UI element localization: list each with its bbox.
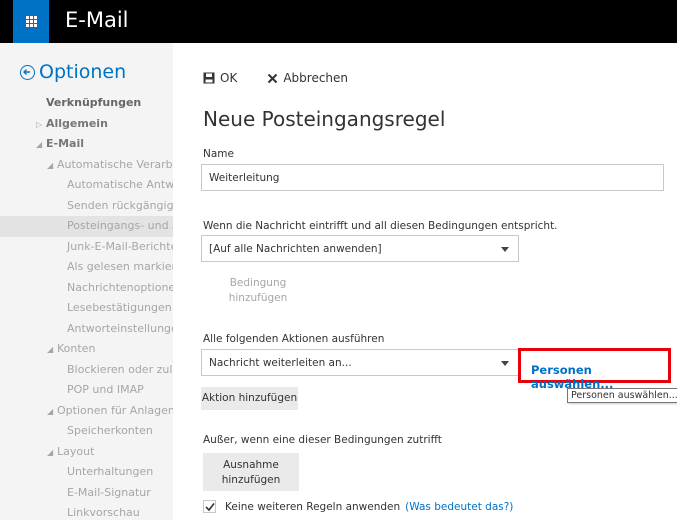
select-people-link[interactable]: Personen auswählen...	[531, 363, 677, 391]
sidebar-item[interactable]: E-Mail-Signatur	[0, 483, 173, 504]
collapse-arrow-icon[interactable]: ◢	[47, 156, 57, 176]
exception-label: Außer, wenn eine dieser Bedingungen zutr…	[203, 434, 442, 446]
sidebar-item[interactable]: Posteingangs- und Aufräumregeln	[0, 216, 173, 237]
add-condition-line1: Bedingung	[229, 277, 287, 289]
sidebar-item-label: Optionen für Anlagen	[57, 403, 173, 417]
sidebar-item-label: E-Mail-Signatur	[67, 485, 151, 499]
sidebar-item[interactable]: Als gelesen markieren	[0, 257, 173, 278]
sidebar-item-label: Linkvorschau	[67, 506, 140, 519]
sidebar-item-label: Lesebestätigungen	[67, 301, 172, 314]
cancel-label: Abbrechen	[283, 71, 349, 85]
sidebar-item[interactable]: ◢ E-Mail	[0, 134, 173, 155]
stop-rules-label: Keine weiteren Regeln anwenden	[225, 500, 401, 513]
action-select[interactable]: Nachricht weiterleiten an...	[201, 349, 519, 376]
sidebar-item-label: Posteingangs- und Aufräumregeln	[67, 219, 173, 232]
sidebar-item-label: Allgemein	[46, 116, 108, 130]
sidebar-item-label: POP und IMAP	[67, 383, 144, 396]
cancel-button[interactable]: Abbrechen	[267, 71, 348, 85]
options-back-link[interactable]: Optionen	[20, 61, 126, 83]
sidebar-item-label: Als gelesen markieren	[67, 260, 173, 273]
rule-editor: OK Abbrechen Neue Posteingangsregel Name…	[173, 43, 677, 520]
collapse-arrow-icon[interactable]: ◢	[47, 340, 57, 360]
options-sidebar: Optionen Verknüpfungen ▷ Allgemein ◢ E-Mail ◢…	[0, 43, 173, 520]
sidebar-item[interactable]: Automatische Antworten	[0, 175, 173, 196]
options-heading: Optionen	[39, 61, 127, 83]
sidebar-item[interactable]: Linkvorschau	[0, 503, 173, 520]
sidebar-item-label: Automatische Verarbeitung	[57, 157, 173, 171]
add-action-button[interactable]: Aktion hinzufügen	[201, 387, 298, 410]
sidebar-item[interactable]: ▷ Allgemein	[0, 114, 173, 135]
waffle-icon	[26, 16, 37, 27]
checkmark-icon	[204, 502, 215, 511]
sidebar-item[interactable]: Junk-E-Mail-Berichterstattung	[0, 237, 173, 258]
sidebar-item[interactable]: Unterhaltungen	[0, 462, 173, 483]
stop-rules-row: Keine weiteren Regeln anwenden (Was bede…	[203, 500, 513, 513]
ok-button[interactable]: OK	[203, 71, 237, 85]
options-nav: Verknüpfungen ▷ Allgemein ◢ E-Mail ◢ Automatis…	[0, 93, 173, 520]
add-exception-line2: hinzufügen	[221, 474, 281, 486]
toolbar: OK Abbrechen	[203, 71, 378, 85]
top-bar: E-Mail	[0, 0, 677, 43]
collapse-arrow-icon[interactable]: ◢	[47, 443, 57, 463]
sidebar-item-label: Unterhaltungen	[67, 465, 154, 478]
expand-arrow-icon[interactable]: ▷	[36, 115, 46, 135]
rule-name-input[interactable]: Weiterleitung	[201, 164, 664, 191]
sidebar-item[interactable]: Lesebestätigungen	[0, 298, 173, 319]
chevron-down-icon	[501, 361, 509, 366]
close-icon	[267, 73, 278, 84]
sidebar-item[interactable]: Antworteinstellungen	[0, 319, 173, 340]
sidebar-item-label: Konten	[57, 342, 96, 355]
rule-name-value: Weiterleitung	[209, 172, 280, 184]
sidebar-item-label: Speicherkonten	[67, 424, 153, 437]
chevron-down-icon	[501, 247, 509, 252]
conditions-label: Wenn die Nachricht eintrifft und all die…	[203, 220, 558, 232]
app-launcher-button[interactable]	[13, 0, 49, 43]
back-arrow-icon	[20, 64, 35, 80]
sidebar-item-label: E-Mail	[46, 137, 84, 150]
sidebar-item-label: Blockieren oder zulassen	[67, 362, 173, 376]
app-title: E-Mail	[65, 8, 129, 32]
collapse-arrow-icon[interactable]: ◢	[47, 402, 57, 422]
action-value: Nachricht weiterleiten an...	[209, 357, 352, 369]
sidebar-item[interactable]: ◢ Layout	[0, 442, 173, 463]
sidebar-item[interactable]: Nachrichtenoptionen	[0, 278, 173, 299]
sidebar-item[interactable]: Speicherkonten	[0, 421, 173, 442]
add-exception-line1: Ausnahme	[223, 459, 279, 471]
sidebar-item[interactable]: ◢ Konten	[0, 339, 173, 360]
select-people-tooltip: Personen auswählen...	[567, 388, 677, 403]
condition-select[interactable]: [Auf alle Nachrichten anwenden]	[201, 235, 519, 262]
sidebar-item-label: Automatische Antworten	[67, 178, 173, 191]
help-link[interactable]: (Was bedeutet das?)	[405, 501, 513, 513]
stop-rules-checkbox[interactable]	[203, 500, 216, 513]
name-label: Name	[203, 148, 234, 160]
sidebar-item[interactable]: POP und IMAP	[0, 380, 173, 401]
sidebar-item[interactable]: ◢Automatische Verarbeitung	[0, 155, 173, 176]
sidebar-item-label: Layout	[57, 444, 95, 458]
sidebar-item[interactable]: Verknüpfungen	[0, 93, 173, 114]
add-condition-line2: hinzufügen	[228, 292, 288, 304]
sidebar-item-label: Nachrichtenoptionen	[67, 280, 173, 294]
sidebar-item-label: Senden rückgängig machen	[67, 198, 173, 212]
page-title: Neue Posteingangsregel	[203, 107, 446, 131]
ok-label: OK	[220, 71, 238, 85]
sidebar-item[interactable]: Blockieren oder zulassen	[0, 360, 173, 381]
actions-label: Alle folgenden Aktionen ausführen	[203, 333, 385, 345]
condition-value: [Auf alle Nachrichten anwenden]	[209, 243, 382, 255]
sidebar-item-label: Verknüpfungen	[46, 96, 142, 109]
sidebar-item-label: Antworteinstellungen	[67, 321, 173, 335]
sidebar-item[interactable]: Senden rückgängig machen	[0, 196, 173, 217]
add-exception-button[interactable]: Ausnahme hinzufügen	[203, 453, 299, 491]
sidebar-item-label: Junk-E-Mail-Berichterstattung	[67, 239, 173, 253]
save-icon	[203, 72, 215, 84]
sidebar-item[interactable]: ◢ Optionen für Anlagen	[0, 401, 173, 422]
add-condition-button[interactable]: Bedingung hinzufügen	[228, 276, 288, 306]
collapse-arrow-icon[interactable]: ◢	[36, 135, 46, 155]
